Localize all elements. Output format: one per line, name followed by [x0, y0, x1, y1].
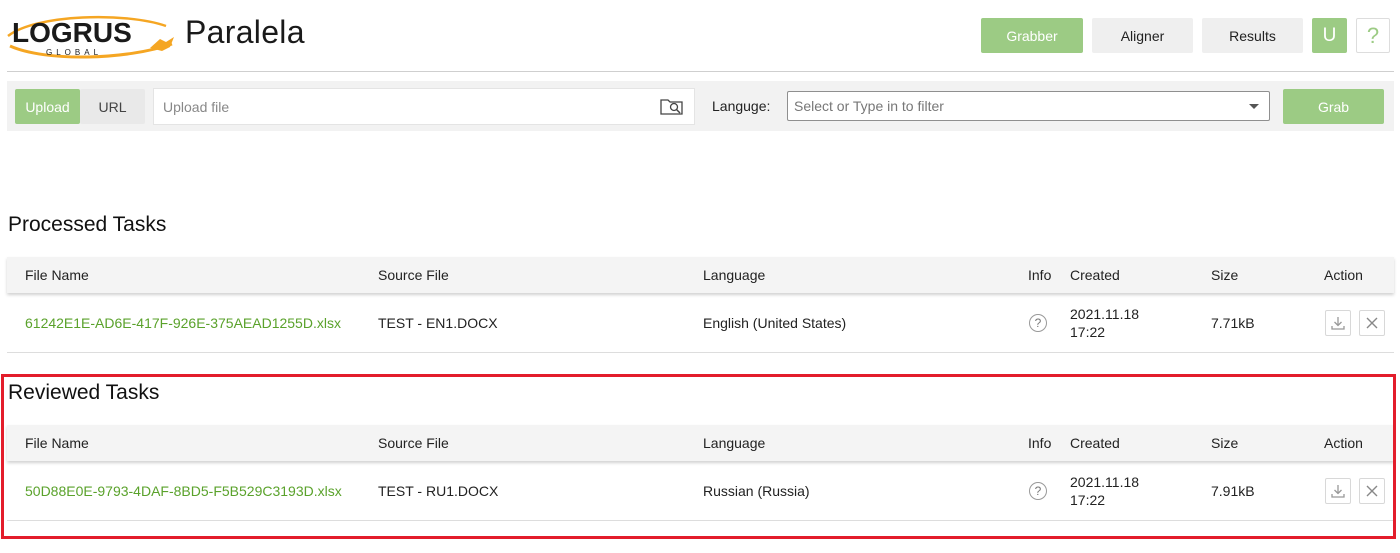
reviewed-section-highlight [1, 374, 1396, 539]
column-action: Action [1324, 267, 1363, 283]
column-language[interactable]: Language [703, 257, 765, 293]
results-button[interactable]: Results [1202, 18, 1303, 53]
source-file-cell: TEST - EN1.DOCX [378, 314, 498, 331]
column-created[interactable]: Created [1070, 257, 1120, 293]
close-icon[interactable] [1359, 309, 1385, 336]
table-header: File Name Source File Language Info Crea… [7, 257, 1394, 293]
app-title: Paralela [185, 14, 305, 50]
header-divider [7, 71, 1394, 72]
user-avatar-button[interactable]: U [1312, 18, 1347, 53]
upload-file-input[interactable] [154, 89, 634, 124]
tab-url[interactable]: URL [80, 89, 145, 124]
logo-graphic: LOGRUS GLOBAL [7, 15, 174, 59]
help-button[interactable]: ? [1356, 18, 1390, 53]
processed-tasks-title: Processed Tasks [8, 213, 167, 236]
result-file-link[interactable]: 61242E1E-AD6E-417F-926E-375AEAD1255D.xls… [25, 315, 341, 331]
language-filter-input[interactable] [788, 92, 1228, 120]
chevron-down-icon[interactable] [1249, 104, 1259, 109]
row-actions [1325, 293, 1393, 352]
processed-tasks-table: File Name Source File Language Info Crea… [7, 257, 1394, 353]
column-size[interactable]: Size [1211, 257, 1238, 293]
size-cell: 7.71kB [1211, 314, 1255, 331]
tab-upload[interactable]: Upload [15, 89, 80, 124]
info-icon[interactable]: ? [1029, 313, 1047, 332]
language-cell: English (United States) [703, 314, 847, 331]
language-label: Languge: [712, 98, 771, 114]
table-row: 61242E1E-AD6E-417F-926E-375AEAD1255D.xls… [7, 293, 1394, 353]
language-select[interactable] [787, 91, 1270, 121]
column-info: Info [1028, 267, 1052, 283]
logo-subtext: GLOBAL [46, 48, 102, 57]
grabber-button[interactable]: Grabber [981, 18, 1083, 53]
source-tabs: Upload URL [15, 89, 145, 124]
top-nav: Grabber Aligner Results U ? [981, 18, 1390, 53]
grab-button[interactable]: Grab [1283, 89, 1384, 124]
browse-folder-icon[interactable] [660, 97, 684, 115]
download-icon[interactable] [1325, 309, 1351, 336]
created-date: 2021.11.18 [1070, 305, 1140, 322]
created-cell: 2021.11.18 17:22 [1070, 293, 1139, 352]
grab-toolbar: Upload URL Languge: Grab [7, 81, 1394, 131]
aligner-button[interactable]: Aligner [1092, 18, 1193, 53]
upload-file-field [153, 88, 695, 125]
logrus-logo: LOGRUS GLOBAL [6, 10, 178, 62]
column-file-name[interactable]: File Name [25, 257, 89, 293]
created-time: 17:22 [1070, 323, 1106, 340]
column-source-file[interactable]: Source File [378, 257, 449, 293]
logo-text: LOGRUS [12, 17, 132, 48]
